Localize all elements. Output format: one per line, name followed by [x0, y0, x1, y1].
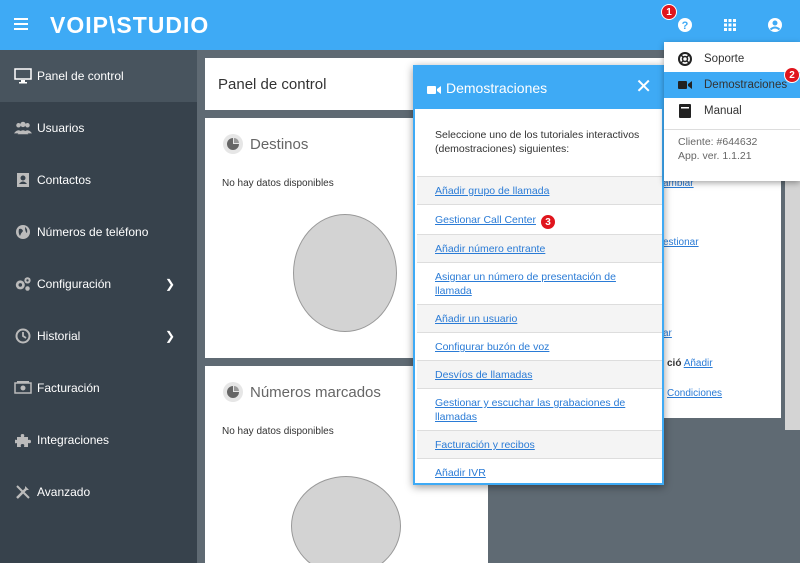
sidebar-item-panel-de-control[interactable]: Panel de control — [0, 50, 197, 102]
add-link[interactable]: Añadir — [684, 358, 713, 369]
no-data-text: No hay datos disponibles — [222, 178, 334, 189]
sidebar-item-numeros-de-telefono[interactable]: Números de teléfono — [0, 206, 197, 258]
demo-link[interactable]: Gestionar y escuchar las grabaciones de … — [435, 397, 625, 423]
no-data-text: No hay datos disponibles — [222, 426, 334, 437]
menu-item-label: Demostraciones — [704, 79, 788, 91]
billing-icon — [14, 379, 32, 397]
sidebar-item-label: Usuarios — [37, 121, 85, 135]
user-account-icon[interactable] — [767, 17, 783, 33]
demo-link[interactable]: Añadir grupo de llamada — [435, 185, 549, 197]
row-label: ció — [667, 358, 682, 369]
help-icon[interactable]: ? — [677, 17, 693, 33]
pie-chart-icon — [223, 382, 243, 402]
sidebar-item-label: Contactos — [37, 173, 92, 187]
demo-link[interactable]: Añadir número entrante — [435, 243, 545, 255]
menu-item-demostraciones[interactable]: Demostraciones 2 — [664, 67, 800, 98]
list-item[interactable]: Añadir un usuario — [417, 304, 662, 332]
list-item[interactable]: Configurar buzón de voz — [417, 332, 662, 360]
menu-divider — [664, 129, 800, 130]
demos-modal: Demostraciones ✕ Seleccione uno de los t… — [413, 65, 664, 485]
sidebar-item-configuracion[interactable]: Configuración ❯ — [0, 258, 197, 310]
demo-link[interactable]: Facturación y recibos — [435, 439, 535, 451]
hamburger-menu-icon[interactable] — [14, 18, 28, 30]
list-item[interactable]: Gestionar Call Center 3 — [417, 204, 662, 234]
demo-link[interactable]: Gestionar Call Center — [435, 214, 536, 226]
menu-item-manual[interactable]: Manual — [664, 98, 800, 124]
users-icon — [14, 119, 32, 137]
chevron-right-icon: ❯ — [164, 277, 175, 291]
help-dropdown-menu: Soporte Demostraciones 2 Manual Cliente:… — [664, 42, 800, 181]
card-title: Destinos — [250, 136, 309, 153]
lifebuoy-icon — [678, 52, 692, 66]
card-title: Números marcados — [250, 384, 381, 401]
chevron-right-icon: ❯ — [164, 329, 175, 343]
contacts-icon — [14, 171, 32, 189]
app-version: App. ver. 1.1.21 — [678, 150, 752, 162]
menu-item-label: Manual — [704, 105, 742, 117]
list-item[interactable]: Desvíos de llamadas — [417, 360, 662, 388]
demo-link[interactable]: Configurar buzón de voz — [435, 341, 549, 353]
history-icon — [14, 327, 32, 345]
demo-link[interactable]: Asignar un número de presentación de lla… — [435, 271, 616, 297]
demo-list: Añadir grupo de llamada Gestionar Call C… — [417, 176, 662, 486]
help-badge: 1 — [661, 4, 677, 20]
sidebar-item-integraciones[interactable]: Integraciones — [0, 414, 197, 466]
sidebar-item-label: Panel de control — [37, 69, 124, 83]
puzzle-icon — [14, 431, 32, 449]
sidebar-item-label: Números de teléfono — [37, 225, 149, 239]
modal-header: Demostraciones ✕ — [415, 67, 662, 109]
demo-link[interactable]: Añadir un usuario — [435, 313, 517, 325]
modal-title: Demostraciones — [446, 80, 548, 96]
list-item[interactable]: Añadir IVR — [417, 458, 662, 486]
list-item[interactable]: Facturación y recibos — [417, 430, 662, 458]
sidebar-item-label: Integraciones — [37, 433, 110, 447]
demo-link[interactable]: Añadir IVR — [435, 467, 486, 479]
video-camera-icon — [678, 78, 692, 92]
sidebar-item-usuarios[interactable]: Usuarios — [0, 102, 197, 154]
empty-pie-chart — [291, 476, 401, 563]
step-badge: 3 — [539, 214, 556, 230]
tools-icon — [14, 483, 32, 501]
list-item[interactable]: Gestionar y escuchar las grabaciones de … — [417, 388, 662, 430]
video-camera-icon — [427, 83, 441, 98]
sidebar-item-contactos[interactable]: Contactos — [0, 154, 197, 206]
menu-item-soporte[interactable]: Soporte — [664, 46, 800, 72]
svg-text:?: ? — [682, 20, 689, 32]
client-id: Cliente: #644632 — [678, 136, 758, 148]
sidebar: Panel de control Usuarios Contactos Núme… — [0, 50, 197, 563]
app-logo[interactable]: VOIP\STUDIO — [50, 12, 209, 39]
sidebar-item-avanzado[interactable]: Avanzado — [0, 466, 197, 518]
sidebar-item-label: Avanzado — [37, 485, 91, 499]
gears-icon — [14, 275, 32, 293]
book-icon — [678, 104, 692, 118]
demo-link[interactable]: Desvíos de llamadas — [435, 369, 532, 381]
globe-icon — [14, 223, 32, 241]
apps-grid-icon[interactable] — [722, 17, 738, 33]
modal-intro: Seleccione uno de los tutoriales interac… — [435, 129, 640, 155]
list-item[interactable]: Asignar un número de presentación de lla… — [417, 262, 662, 304]
monitor-icon — [14, 67, 32, 85]
pie-chart-icon — [223, 134, 243, 154]
close-icon[interactable]: ✕ — [635, 77, 652, 97]
sidebar-item-facturacion[interactable]: Facturación — [0, 362, 197, 414]
sidebar-item-label: Configuración — [37, 277, 112, 291]
page-title: Panel de control — [218, 76, 327, 93]
sidebar-item-label: Facturación — [37, 381, 100, 395]
menu-item-label: Soporte — [704, 53, 745, 65]
step-badge: 2 — [784, 67, 800, 83]
list-item[interactable]: Añadir número entrante — [417, 234, 662, 262]
list-item[interactable]: Añadir grupo de llamada — [417, 176, 662, 204]
manage-link[interactable]: estionar — [663, 237, 699, 248]
sidebar-item-label: Historial — [37, 329, 81, 343]
empty-pie-chart — [293, 214, 397, 332]
link-ar[interactable]: ar — [663, 328, 672, 339]
sidebar-item-historial[interactable]: Historial ❯ — [0, 310, 197, 362]
conditions-link[interactable]: Condiciones — [667, 388, 722, 399]
